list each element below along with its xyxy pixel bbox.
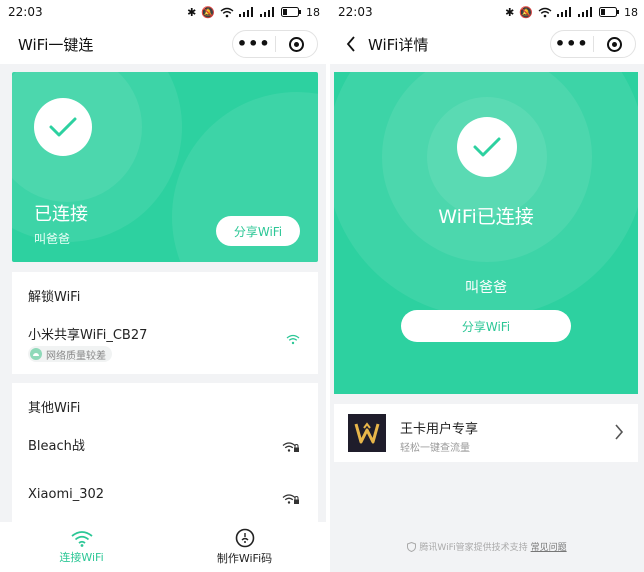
bluetooth-icon: ✱ bbox=[505, 5, 515, 19]
wifi-lock-icon bbox=[282, 442, 299, 452]
share-wifi-button[interactable]: 分享WiFi bbox=[216, 216, 300, 246]
bluetooth-icon: ✱ bbox=[187, 5, 197, 19]
signal-icon-2 bbox=[578, 7, 592, 17]
target-icon bbox=[288, 36, 304, 52]
wifi-status-icon bbox=[220, 7, 234, 17]
connection-status: WiFi已连接 bbox=[438, 206, 534, 228]
page-title: WiFi详情 bbox=[368, 35, 429, 54]
wifi-icon bbox=[70, 530, 93, 547]
quality-text: 网络质量较差 bbox=[46, 350, 106, 362]
wifi-signal-icon bbox=[286, 334, 300, 345]
wangka-logo-icon bbox=[354, 422, 380, 444]
battery-level: 18 bbox=[306, 5, 320, 19]
more-button[interactable]: ••• bbox=[551, 31, 593, 57]
status-bar: 22:03 ✱ 🔕 18 bbox=[330, 0, 644, 24]
connection-status: 已连接 bbox=[34, 204, 88, 225]
more-button[interactable]: ••• bbox=[233, 31, 275, 57]
footer-text: 腾讯WiFi管家提供技术支持 bbox=[419, 543, 528, 553]
wifi-status-icon bbox=[538, 7, 552, 17]
signal-icon bbox=[557, 7, 571, 17]
wangka-promo-banner[interactable]: 王卡用户专享 轻松一键查流量 bbox=[334, 404, 638, 462]
connected-check bbox=[457, 117, 517, 177]
back-button[interactable] bbox=[338, 36, 364, 52]
status-time: 22:03 bbox=[8, 5, 43, 19]
promo-subtitle: 轻松一键查流量 bbox=[400, 443, 470, 454]
mute-icon: 🔕 bbox=[519, 5, 533, 19]
wifi-name: Bleach战 bbox=[28, 439, 85, 454]
nav-bar: WiFi一键连 ••• bbox=[0, 24, 326, 64]
chevron-right-icon bbox=[615, 424, 624, 440]
wifi-name: Xiaomi_302 bbox=[28, 487, 105, 502]
more-icon: ••• bbox=[236, 34, 271, 53]
tab-make-wifi-code[interactable]: 制作WiFi码 bbox=[163, 522, 326, 572]
nav-bar: WiFi详情 ••• bbox=[330, 24, 644, 64]
connected-check bbox=[34, 98, 92, 156]
shield-icon bbox=[407, 541, 417, 552]
page-title: WiFi一键连 bbox=[18, 35, 94, 54]
section-title: 解锁WiFi bbox=[28, 290, 81, 305]
close-program-button[interactable] bbox=[276, 31, 318, 57]
unlock-wifi-section: 解锁WiFi 小米共享WiFi_CB27 网络质量较差 bbox=[12, 272, 318, 374]
quality-icon bbox=[30, 348, 42, 360]
wifi-list-item[interactable]: Bleach战 bbox=[12, 429, 318, 473]
footer: 腾讯WiFi管家提供技术支持 常见问题 bbox=[330, 540, 644, 553]
wifi-lock-icon bbox=[282, 494, 299, 504]
tab-label: 连接WiFi bbox=[59, 550, 104, 564]
connection-panel: WiFi已连接 叫爸爸 分享WiFi bbox=[334, 72, 638, 394]
target-icon bbox=[606, 36, 622, 52]
connected-ssid: 叫爸爸 bbox=[34, 232, 71, 246]
check-icon bbox=[473, 137, 501, 157]
signal-icon bbox=[239, 7, 253, 17]
quality-badge: 网络质量较差 bbox=[28, 346, 112, 362]
close-program-button[interactable] bbox=[594, 31, 636, 57]
faq-link[interactable]: 常见问题 bbox=[531, 540, 567, 553]
chevron-left-icon bbox=[346, 36, 355, 52]
tab-bar: 连接WiFi 制作WiFi码 bbox=[0, 522, 326, 572]
status-icons: ✱ 🔕 18 bbox=[505, 6, 638, 19]
more-icon: ••• bbox=[554, 34, 589, 53]
share-wifi-button[interactable]: 分享WiFi bbox=[401, 310, 571, 342]
wifi-connect-screen: 22:03 ✱ 🔕 18 WiFi一键连 ••• 已连接 叫爸爸 分享WiFi bbox=[0, 0, 326, 572]
signal-icon-2 bbox=[260, 7, 274, 17]
wifi-code-icon bbox=[235, 528, 254, 548]
battery-icon bbox=[599, 7, 619, 17]
wangka-logo bbox=[348, 414, 386, 452]
wifi-name: 小米共享WiFi_CB27 bbox=[28, 328, 148, 343]
mute-icon: 🔕 bbox=[201, 5, 215, 19]
battery-level: 18 bbox=[624, 5, 638, 19]
other-wifi-section: 其他WiFi Bleach战 Xiaomi_302 bbox=[12, 383, 318, 528]
connected-ssid: 叫爸爸 bbox=[465, 280, 507, 296]
connection-card: 已连接 叫爸爸 分享WiFi bbox=[12, 72, 318, 262]
wifi-list-item[interactable]: 小米共享WiFi_CB27 网络质量较差 bbox=[12, 316, 318, 368]
wifi-detail-screen: 22:03 ✱ 🔕 18 WiFi详情 ••• WiFi已连接 叫爸爸 分享Wi… bbox=[330, 0, 644, 572]
tab-connect-wifi[interactable]: 连接WiFi bbox=[0, 522, 163, 572]
status-icons: ✱ 🔕 18 bbox=[187, 6, 320, 19]
promo-title: 王卡用户专享 bbox=[400, 422, 479, 437]
mini-program-capsule: ••• bbox=[550, 30, 636, 58]
section-title: 其他WiFi bbox=[28, 401, 81, 416]
status-time: 22:03 bbox=[338, 5, 373, 19]
mini-program-capsule: ••• bbox=[232, 30, 318, 58]
tab-label: 制作WiFi码 bbox=[216, 552, 273, 565]
check-icon bbox=[49, 117, 77, 137]
wifi-list-item[interactable]: Xiaomi_302 bbox=[12, 483, 318, 527]
battery-icon bbox=[281, 7, 301, 17]
status-bar: 22:03 ✱ 🔕 18 bbox=[0, 0, 326, 24]
